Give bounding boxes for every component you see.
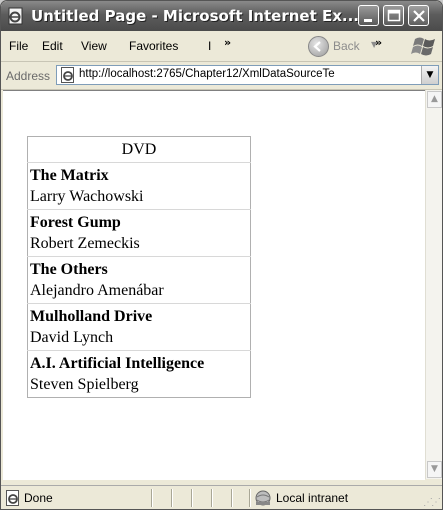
page-content: DVD The Matrix Larry Wachowski Forest Gu… — [3, 90, 425, 480]
dvd-director: Steven Spielberg — [30, 376, 139, 393]
maximize-button[interactable] — [383, 5, 404, 26]
dvd-title: Mulholland Drive — [30, 308, 153, 325]
column-header-dvd: DVD — [27, 136, 251, 163]
minimize-icon — [364, 19, 372, 22]
status-divider — [191, 489, 192, 507]
close-icon — [413, 10, 425, 22]
table-row: The Others Alejandro Amenábar — [27, 256, 251, 304]
menu-view[interactable]: View — [81, 39, 107, 53]
back-arrow-icon — [308, 36, 329, 57]
minimize-button[interactable] — [358, 5, 379, 26]
menu-tools[interactable]: I — [208, 39, 211, 53]
status-divider — [211, 489, 212, 507]
table-row: Forest Gump Robert Zemeckis — [27, 209, 251, 257]
status-divider — [171, 489, 172, 507]
address-dropdown-icon[interactable]: ▼ — [421, 66, 438, 84]
intranet-icon — [255, 490, 271, 506]
dvd-title: Forest Gump — [30, 214, 121, 231]
status-divider — [231, 489, 232, 507]
address-input[interactable]: http://localhost:2765/Chapter12/XmlDataS… — [56, 65, 439, 85]
menu-edit[interactable]: Edit — [42, 39, 63, 53]
title-bar[interactable]: Untitled Page - Microsoft Internet Ex... — [1, 1, 442, 31]
scroll-down-icon[interactable]: ▼ — [427, 461, 442, 478]
menu-file[interactable]: File — [9, 39, 28, 53]
window-title: Untitled Page - Microsoft Internet Ex... — [31, 7, 359, 25]
address-label: Address — [6, 69, 51, 83]
status-divider — [249, 489, 250, 507]
vertical-scrollbar[interactable]: ▲ ▼ — [425, 90, 442, 479]
table-row: Mulholland Drive David Lynch — [27, 303, 251, 351]
dvd-title: The Matrix — [30, 167, 109, 184]
status-bar: Done Local intranet ⋰⋰ — [1, 485, 442, 509]
ie-page-icon — [8, 7, 23, 25]
table-row: A.I. Artificial Intelligence Steven Spie… — [28, 351, 251, 398]
menu-favorites[interactable]: Favorites — [129, 39, 178, 53]
table-header-row: DVD — [27, 136, 251, 163]
menu-bar: File Edit View Favorites I » Back ▼ » — [1, 31, 442, 62]
close-button[interactable] — [408, 5, 429, 26]
security-zone: Local intranet — [276, 491, 349, 505]
dvd-title: The Others — [30, 261, 108, 278]
address-url: http://localhost:2765/Chapter12/XmlDataS… — [79, 68, 335, 80]
dvd-table: DVD The Matrix Larry Wachowski Forest Gu… — [27, 136, 251, 398]
status-text: Done — [24, 491, 53, 505]
maximize-icon — [387, 9, 401, 22]
dvd-director: David Lynch — [30, 329, 114, 346]
menu-overflow-chevron[interactable]: » — [224, 36, 231, 49]
dvd-director: Robert Zemeckis — [30, 235, 140, 252]
back-label: Back — [333, 39, 360, 53]
dvd-director: Larry Wachowski — [30, 188, 144, 205]
page-icon — [61, 67, 74, 83]
toolbar-overflow-chevron[interactable]: » — [375, 36, 382, 49]
status-divider — [151, 489, 152, 507]
scroll-up-icon[interactable]: ▲ — [427, 91, 442, 108]
browser-window: Untitled Page - Microsoft Internet Ex...… — [0, 0, 443, 510]
page-done-icon — [6, 490, 19, 506]
dvd-title: A.I. Artificial Intelligence — [30, 355, 205, 372]
dvd-director: Alejandro Amenábar — [30, 282, 164, 299]
windows-flag-icon — [411, 37, 435, 56]
address-bar: Address http://localhost:2765/Chapter12/… — [1, 62, 442, 90]
table-row: The Matrix Larry Wachowski — [27, 162, 251, 210]
resize-grip-icon[interactable]: ⋰⋰ — [423, 497, 441, 508]
